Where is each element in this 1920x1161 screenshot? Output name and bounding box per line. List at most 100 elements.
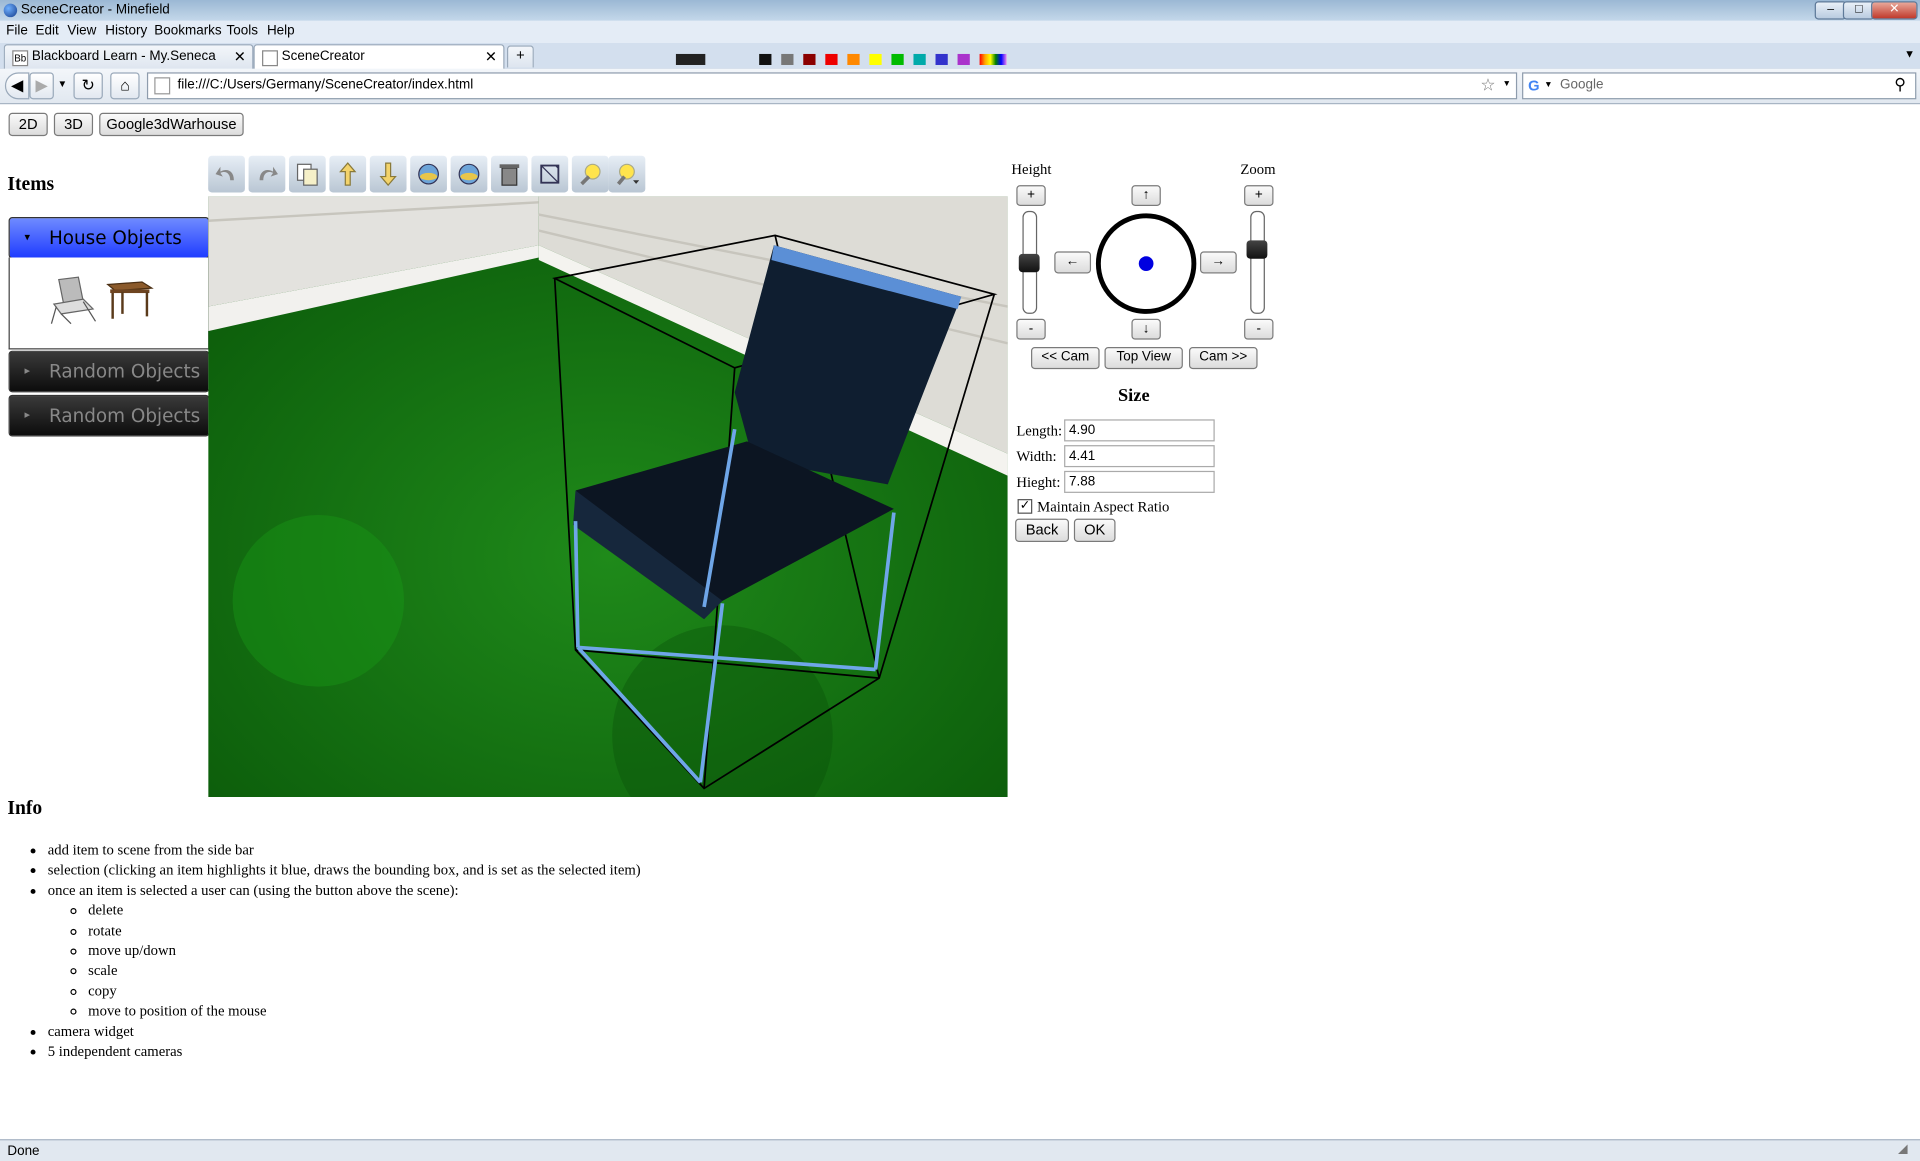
- url-bar[interactable]: file:///C:/Users/Germany/SceneCreator/in…: [146, 72, 1518, 100]
- accordion-label: House Objects: [48, 226, 182, 249]
- expand-arrow-icon: ▸: [24, 365, 31, 378]
- view-2d-button[interactable]: 2D: [8, 112, 48, 137]
- url-text: file:///C:/Users/Germany/SceneCreator/in…: [177, 77, 474, 92]
- menu-bar: File Edit View History Bookmarks Tools H…: [0, 20, 1920, 43]
- ok-button[interactable]: OK: [1073, 518, 1116, 542]
- back-button[interactable]: Back: [1015, 518, 1069, 542]
- menu-history[interactable]: History: [105, 23, 147, 38]
- move-down-icon[interactable]: [369, 155, 407, 193]
- collapse-arrow-icon: ▾: [24, 231, 31, 245]
- width-field[interactable]: 4.41: [1064, 445, 1215, 468]
- search-box[interactable]: G ▼ Google ⚲: [1522, 72, 1917, 100]
- history-dropdown-icon[interactable]: ▼: [58, 78, 68, 89]
- forward-icon[interactable]: ▶: [29, 72, 54, 100]
- zoom-slider[interactable]: [1246, 210, 1268, 314]
- theme-swatch: [891, 53, 904, 65]
- list-item: 5 independent cameras: [48, 1041, 865, 1061]
- blackboard-favicon-icon: Bb: [12, 50, 29, 67]
- menu-file[interactable]: File: [6, 23, 28, 38]
- new-tab-button[interactable]: +: [506, 45, 534, 68]
- view-3d-button[interactable]: 3D: [53, 112, 94, 137]
- resize-grip-icon[interactable]: ◢: [1898, 1143, 1907, 1156]
- height-minus-button[interactable]: -: [1016, 318, 1046, 340]
- close-tab-icon[interactable]: ✕: [234, 48, 246, 65]
- cam-up-button[interactable]: ↑: [1131, 185, 1161, 207]
- theme-swatch: [979, 53, 1007, 65]
- list-item: once an item is selected a user can (usi…: [48, 880, 865, 1021]
- maximize-icon[interactable]: □: [1842, 1, 1875, 20]
- height-plus-button[interactable]: +: [1016, 185, 1046, 207]
- length-field[interactable]: 4.90: [1064, 419, 1215, 442]
- back-icon[interactable]: ◀: [4, 72, 30, 100]
- accordion-house-objects[interactable]: ▾ House Objects: [8, 217, 210, 259]
- menu-tools[interactable]: Tools: [227, 23, 258, 38]
- info-list-container: add item to scene from the side bar sele…: [7, 840, 864, 1061]
- list-item: camera widget: [48, 1021, 865, 1041]
- zoom-plus-button[interactable]: +: [1244, 185, 1274, 207]
- top-view-button[interactable]: Top View: [1104, 347, 1183, 370]
- zoom-slider-thumb[interactable]: [1246, 240, 1268, 259]
- delete-icon[interactable]: [491, 155, 528, 193]
- list-item: add item to scene from the side bar: [48, 840, 865, 860]
- cam-left-button[interactable]: ←: [1054, 251, 1092, 274]
- redo-icon[interactable]: [248, 155, 286, 193]
- camera-joystick[interactable]: [1095, 213, 1197, 314]
- light-dropdown-icon[interactable]: [608, 155, 646, 193]
- menu-bookmarks[interactable]: Bookmarks: [154, 23, 221, 38]
- menu-edit[interactable]: Edit: [36, 23, 59, 38]
- copy-icon[interactable]: [288, 155, 326, 193]
- list-item: copy: [88, 981, 864, 1001]
- height-slider[interactable]: [1018, 210, 1040, 314]
- zoom-minus-button[interactable]: -: [1244, 318, 1274, 340]
- height-slider-thumb[interactable]: [1018, 253, 1040, 273]
- list-item-text: once an item is selected a user can (usi…: [47, 881, 459, 899]
- theme-swatch: [675, 53, 706, 65]
- info-list: add item to scene from the side bar sele…: [7, 840, 864, 1061]
- close-window-icon[interactable]: ✕: [1871, 1, 1918, 20]
- joystick-dot-icon[interactable]: [1138, 256, 1154, 271]
- zoom-label: Zoom: [1240, 160, 1276, 178]
- accordion-random-objects[interactable]: ▸ Random Objects: [8, 394, 210, 437]
- menu-help[interactable]: Help: [267, 23, 295, 38]
- light-icon[interactable]: [571, 155, 609, 193]
- scene-viewport[interactable]: [208, 196, 1008, 798]
- chair-thumbnail[interactable]: [47, 275, 106, 327]
- accordion-label: Random Objects: [48, 404, 201, 427]
- size-heading: Size: [1117, 386, 1150, 406]
- accordion-random-objects[interactable]: ▸ Random Objects: [8, 350, 210, 393]
- move-up-icon[interactable]: [329, 155, 367, 193]
- navigation-bar: ◀ ▶ ▼ ↻ ⌂ file:///C:/Users/Germany/Scene…: [0, 68, 1920, 105]
- aspect-ratio-checkbox[interactable]: ✓: [1017, 499, 1033, 514]
- prev-camera-button[interactable]: << Cam: [1031, 347, 1100, 370]
- theme-swatch: [957, 53, 970, 65]
- undo-icon[interactable]: [208, 155, 245, 193]
- next-camera-button[interactable]: Cam >>: [1188, 347, 1258, 370]
- rotate-right-icon[interactable]: [450, 155, 488, 193]
- home-icon[interactable]: ⌂: [110, 72, 140, 100]
- rotate-left-icon[interactable]: [410, 155, 447, 193]
- search-engine-dropdown-icon[interactable]: ▼: [1544, 81, 1552, 90]
- tab-scenecreator[interactable]: SceneCreator ✕: [253, 44, 505, 72]
- cam-right-button[interactable]: →: [1200, 251, 1237, 274]
- height-field[interactable]: 7.88: [1064, 470, 1215, 493]
- search-icon[interactable]: ⚲: [1894, 75, 1906, 95]
- theme-swatch: [869, 53, 882, 65]
- page-favicon-icon: [262, 50, 278, 67]
- height-label: Height: [1011, 160, 1052, 178]
- list-item: delete: [88, 900, 864, 920]
- close-tab-icon[interactable]: ✕: [485, 48, 497, 65]
- theme-swatch: [913, 53, 926, 65]
- google-warehouse-button[interactable]: Google3dWarhouse: [99, 112, 244, 137]
- minimize-icon[interactable]: –: [1814, 1, 1847, 20]
- scale-icon[interactable]: [531, 155, 569, 193]
- table-thumbnail[interactable]: [105, 277, 154, 321]
- url-dropdown-icon[interactable]: ▼: [1502, 80, 1510, 89]
- tab-blackboard[interactable]: Bb Blackboard Learn - My.Seneca ✕: [3, 44, 254, 70]
- reload-icon[interactable]: ↻: [73, 72, 103, 100]
- bookmark-star-icon[interactable]: ☆: [1480, 75, 1495, 96]
- cam-down-button[interactable]: ↓: [1131, 318, 1161, 340]
- list-item: scale: [88, 961, 864, 981]
- menu-view[interactable]: View: [67, 23, 96, 38]
- info-heading: Info: [7, 798, 43, 820]
- list-all-tabs-icon[interactable]: ▼: [1904, 48, 1915, 60]
